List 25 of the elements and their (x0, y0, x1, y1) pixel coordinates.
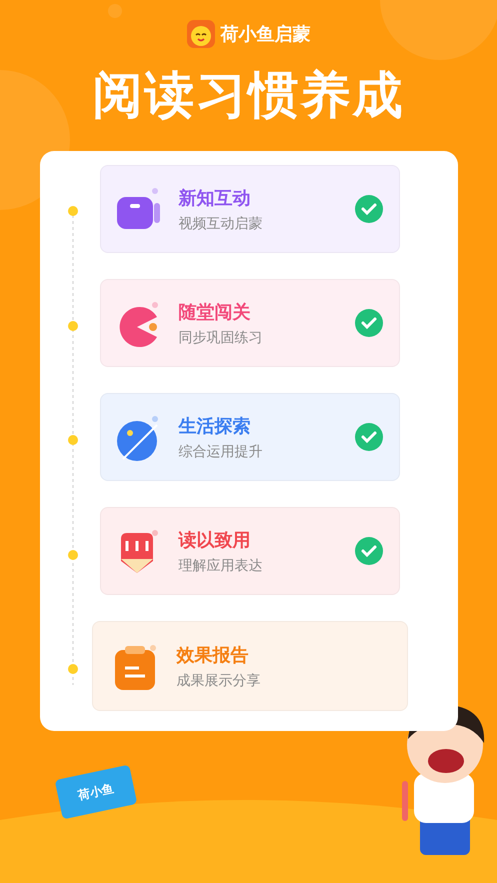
step-card[interactable]: 随堂闯关 同步巩固练习 (100, 279, 400, 367)
step-card[interactable]: 生活探索 综合运用提升 (100, 393, 400, 481)
step-subtitle: 成果展示分享 (176, 672, 262, 690)
step-subtitle: 同步巩固练习 (178, 328, 264, 346)
timeline-dot (68, 435, 78, 445)
logo-icon (186, 20, 214, 48)
step-title: 读以致用 (178, 528, 252, 552)
step-subtitle: 视频互动启蒙 (178, 214, 264, 232)
timeline-dot (68, 320, 78, 330)
brand-name: 荷小鱼启蒙 (220, 23, 310, 46)
timeline-dot (68, 550, 78, 560)
timeline-dot (68, 206, 78, 216)
step-title: 随堂闯关 (178, 300, 252, 324)
headline: 阅读习惯养成 (92, 65, 404, 126)
step-title: 效果报告 (176, 644, 250, 666)
step-card[interactable]: 效果报告 成果展示分享 (92, 621, 408, 711)
background-circle (108, 4, 122, 18)
step-card[interactable]: 新知互动 视频互动启蒙 (100, 165, 400, 253)
step-title: 新知互动 (178, 186, 252, 210)
book-label: 荷小鱼 (76, 780, 116, 804)
step-title: 生活探索 (178, 414, 252, 438)
step-subtitle: 理解应用表达 (178, 556, 264, 574)
step-subtitle: 综合运用提升 (178, 442, 264, 460)
step-card[interactable]: 读以致用 理解应用表达 (100, 507, 400, 595)
timeline-dot (68, 664, 78, 674)
